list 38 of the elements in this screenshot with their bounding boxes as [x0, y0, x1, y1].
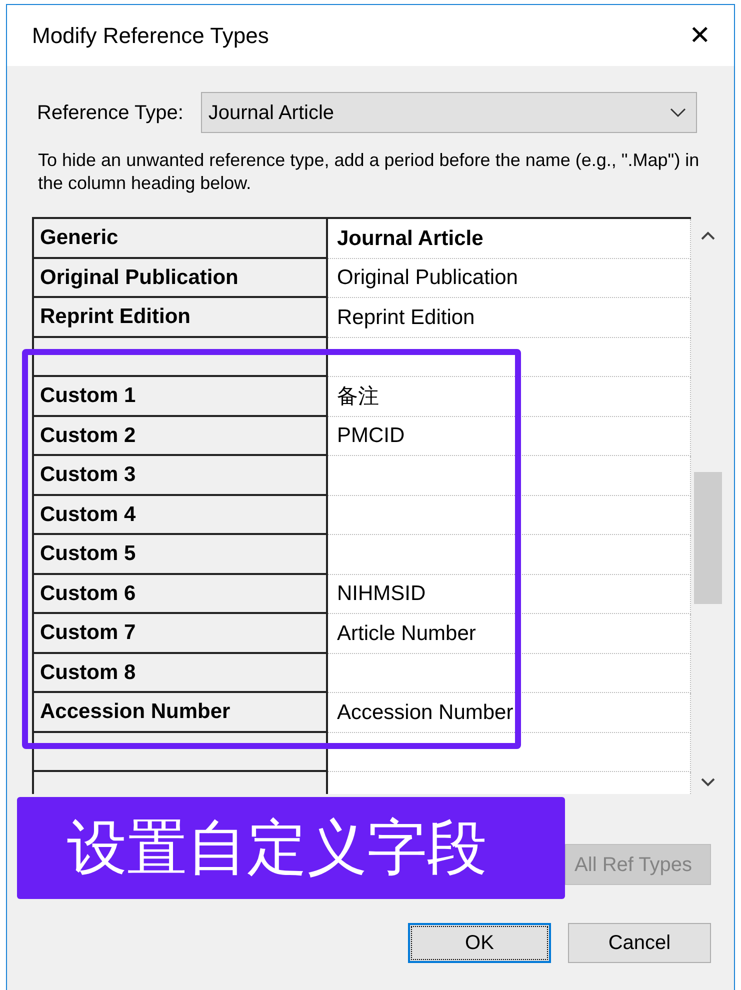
reference-type-label: Reference Type: [37, 100, 184, 126]
scroll-down-icon[interactable] [701, 778, 715, 787]
field-name-cell: Custom 3 [34, 456, 328, 496]
field-name-cell: Reprint Edition [34, 298, 328, 338]
field-value-cell[interactable]: Journal Article [328, 219, 691, 258]
field-name-cell: Generic [34, 219, 328, 258]
field-value-cell[interactable]: Article Number [328, 614, 691, 654]
field-name-cell: Custom 1 [34, 377, 328, 416]
field-name-cell: Custom 8 [34, 654, 328, 693]
field-value-cell[interactable]: PMCID [328, 416, 691, 456]
hint-text: To hide an unwanted reference type, add a period before the name (e.g., ".Map") in the column heading below. [37, 149, 700, 195]
close-button[interactable]: ✕ [680, 16, 720, 56]
field-value-cell[interactable] [328, 732, 691, 772]
scroll-up-icon[interactable] [701, 231, 715, 240]
field-name-cell: Custom 7 [34, 614, 328, 654]
field-name-cell: Custom 2 [34, 416, 328, 456]
window-title: Modify Reference Types [32, 22, 269, 50]
scroll-thumb[interactable] [694, 472, 722, 604]
ok-button[interactable]: OK [408, 923, 551, 963]
field-value-cell[interactable]: NIHMSID [328, 574, 691, 614]
cancel-button[interactable]: Cancel [568, 923, 711, 963]
caption-text: 设置自定义字段 [67, 818, 487, 878]
field-value-cell[interactable] [328, 456, 691, 496]
field-value-cell[interactable] [328, 338, 691, 377]
field-value-cell[interactable]: Reprint Edition [328, 298, 691, 338]
field-value-cell[interactable] [328, 654, 691, 693]
field-name-cell: Custom 5 [34, 535, 328, 574]
field-value-cell[interactable]: 备注 [328, 377, 691, 416]
field-name-cell: Custom 6 [34, 574, 328, 614]
field-value-cell[interactable]: Original Publication [328, 258, 691, 298]
chevron-down-icon [670, 108, 686, 118]
field-name-cell: Original Publication [34, 258, 328, 298]
field-value-cell[interactable] [328, 496, 691, 535]
field-name-cell: Custom 4 [34, 496, 328, 535]
field-name-cell: Accession Number [34, 693, 328, 732]
field-value-cell[interactable] [328, 535, 691, 574]
field-value-cell[interactable]: Accession Number [328, 693, 691, 732]
reference-type-dropdown[interactable]: Journal Article [201, 92, 698, 133]
